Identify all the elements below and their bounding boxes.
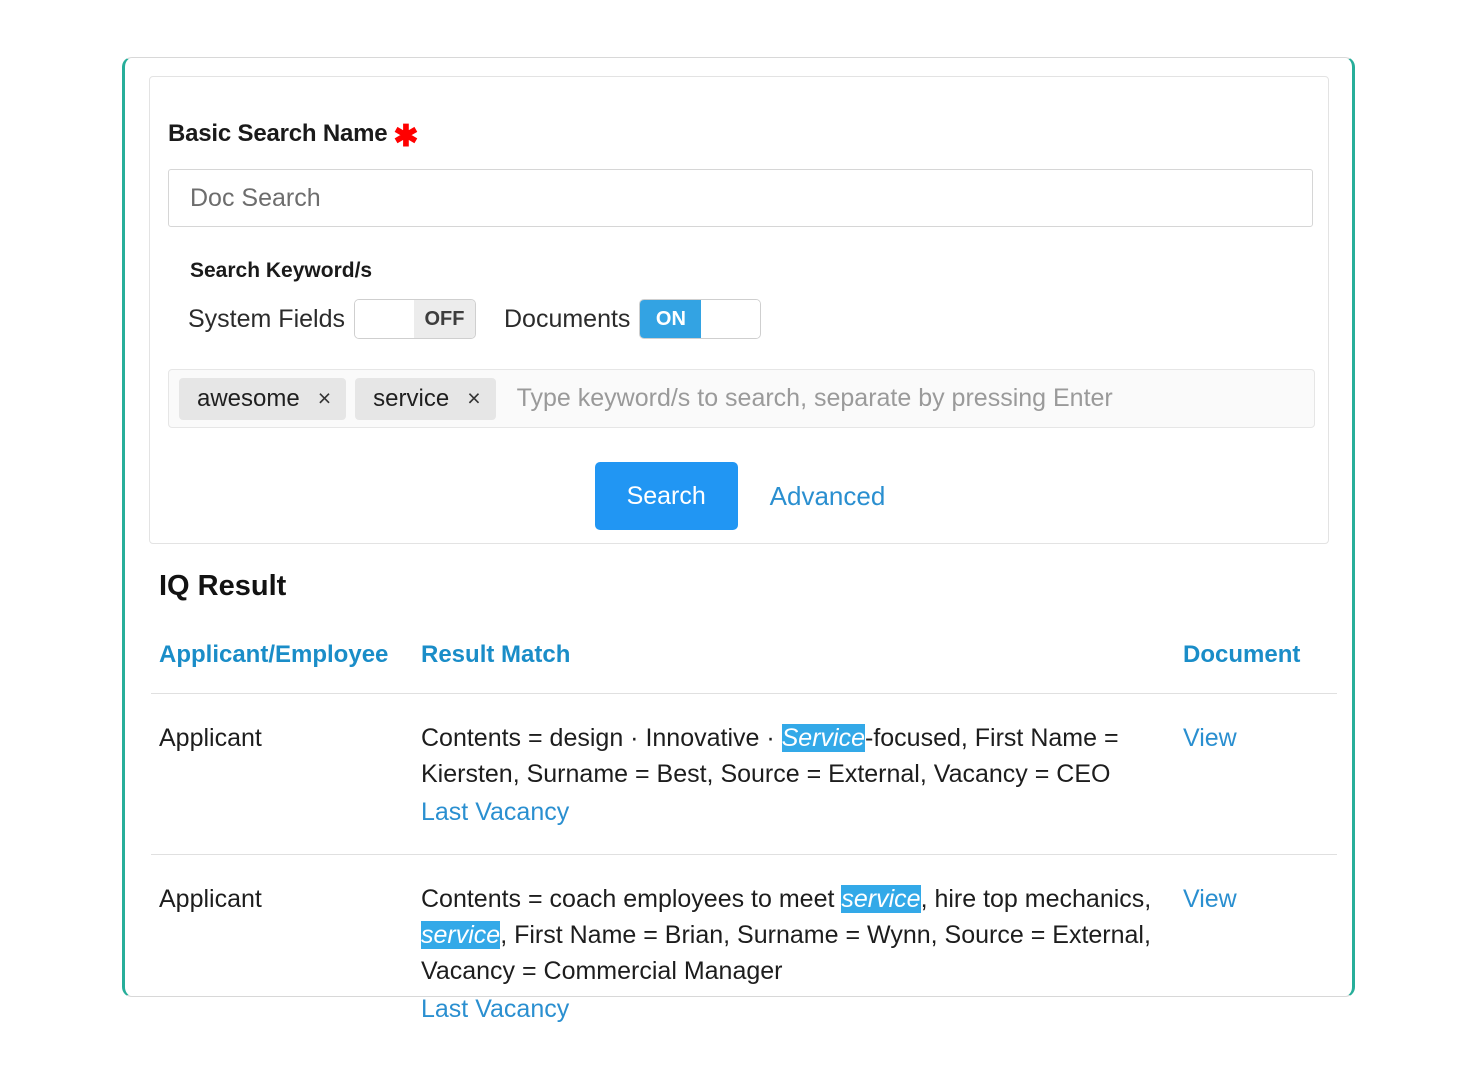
system-fields-toggle-state: OFF [414, 300, 475, 338]
results-table: Applicant/Employee Result Match Document… [151, 641, 1337, 1051]
search-keywords-label: Search Keyword/s [190, 259, 373, 282]
documents-toggle-state: ON [640, 300, 702, 338]
basic-search-name-label: Basic Search Name ✱ [168, 120, 419, 152]
column-header-result-match: Result Match [421, 641, 1183, 694]
advanced-link[interactable]: Advanced [770, 481, 886, 512]
results-table-body: Applicant Contents = design · Innovative … [151, 693, 1337, 1052]
search-button[interactable]: Search [594, 462, 738, 530]
keyword-tag-remove-icon[interactable]: × [318, 387, 331, 410]
page-root: Basic Search Name✱ Search Keyword/s Syst… [0, 0, 1480, 1081]
basic-search-name-text: Basic Search Name [168, 120, 388, 147]
cell-document: View [1183, 693, 1337, 855]
last-vacancy-link[interactable]: Last Vacancy [421, 991, 569, 1027]
system-fields-toggle[interactable]: OFF [353, 299, 476, 339]
match-highlight: service [841, 885, 921, 913]
cell-applicant-type: Applicant [151, 693, 421, 855]
documents-toggle-knob [701, 300, 761, 338]
cell-result-match: Contents = coach employees to meet servi… [421, 855, 1183, 1052]
match-text: , First Name = Brian, Surname = Wynn, So… [421, 921, 1151, 985]
match-text: Contents = coach employees to meet [421, 885, 842, 913]
keyword-tag-remove-icon[interactable]: × [467, 387, 480, 410]
keyword-tag-input[interactable]: awesome × service × Type keyword/s to se… [168, 369, 1315, 428]
search-card: Basic Search Name✱ Search Keyword/s Syst… [122, 57, 1355, 1023]
cell-applicant-type: Applicant [159, 885, 262, 913]
cell-result-match: Contents = design · Innovative · Service… [421, 693, 1183, 855]
keyword-tag-label: awesome [197, 384, 300, 412]
iq-result-title: IQ Result [159, 570, 287, 602]
view-document-link[interactable]: View [1183, 720, 1237, 756]
match-highlight: service [421, 921, 501, 949]
match-text: Contents = design · Innovative · [421, 724, 782, 752]
documents-label: Documents [503, 304, 631, 333]
toggle-row: System Fields OFF Documents ON [188, 299, 762, 339]
form-actions: Search Advanced [150, 462, 1330, 530]
keyword-tag[interactable]: awesome × [179, 377, 347, 420]
results-section: IQ Result Applicant/Employee Result Matc… [151, 570, 1337, 1051]
column-header-applicant: Applicant/Employee [151, 641, 421, 694]
table-header-row: Applicant/Employee Result Match Document [151, 641, 1337, 694]
last-vacancy-link[interactable]: Last Vacancy [421, 794, 569, 830]
system-fields-label: System Fields [188, 304, 345, 333]
keyword-tag-label: service [373, 384, 450, 412]
match-highlight: Service [781, 724, 865, 752]
table-row: Applicant Contents = coach employees to m… [151, 855, 1337, 1052]
documents-toggle[interactable]: ON [639, 299, 762, 339]
keyword-input-placeholder: Type keyword/s to search, separate by pr… [516, 384, 1113, 412]
table-row: Applicant Contents = design · Innovative … [151, 693, 1337, 855]
cell-document: View [1183, 855, 1337, 1052]
view-document-link[interactable]: View [1183, 881, 1237, 917]
basic-search-panel: Basic Search Name✱ Search Keyword/s Syst… [149, 76, 1329, 544]
basic-search-name-input[interactable] [168, 169, 1313, 227]
required-asterisk-icon: ✱ [393, 120, 419, 153]
keyword-tag[interactable]: service × [355, 377, 496, 420]
match-text: , hire top mechanics, [920, 885, 1152, 913]
system-fields-toggle-knob [354, 300, 414, 338]
column-header-document: Document [1183, 641, 1337, 694]
